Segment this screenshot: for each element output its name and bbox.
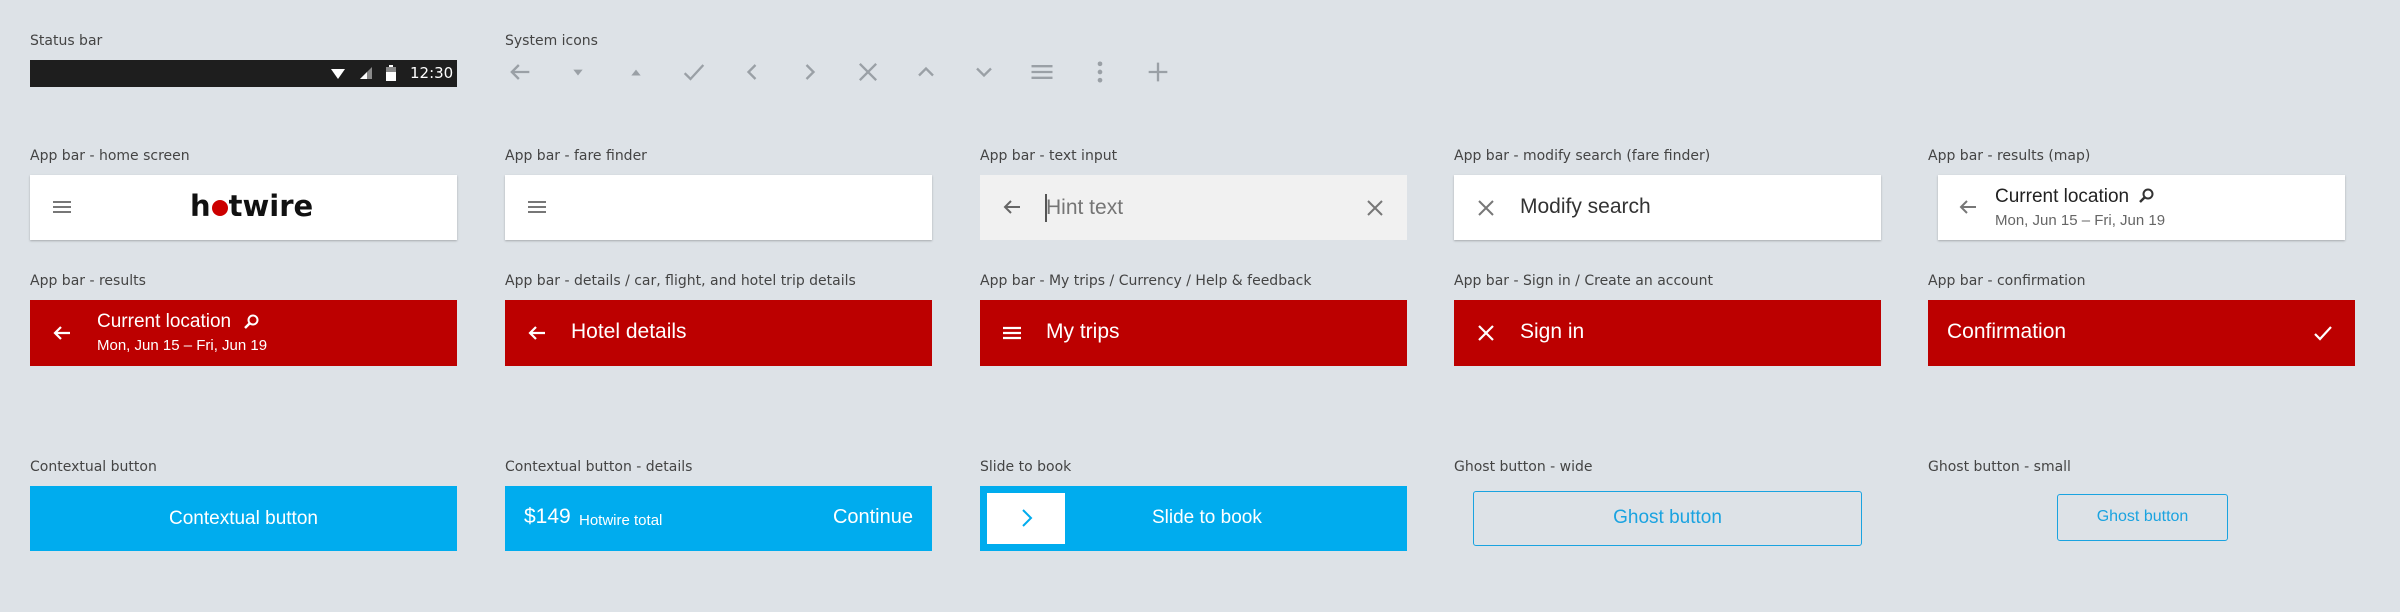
close-icon <box>859 63 877 81</box>
status-time: 12:30 <box>410 64 454 82</box>
caption-appbar-modify-search: App bar - modify search (fare finder) <box>1454 148 1711 164</box>
chevron-left-icon <box>746 64 757 80</box>
caption-appbar-details: App bar - details / car, flight, and hot… <box>505 273 856 289</box>
caption-status-bar: Status bar <box>30 33 103 49</box>
chevron-down-icon <box>976 67 992 78</box>
signin-title: Sign in <box>1520 320 1585 343</box>
signal-icon <box>360 67 372 79</box>
close-icon[interactable] <box>1474 196 1498 220</box>
slide-handle[interactable] <box>987 493 1065 544</box>
results-map-dates: Mon, Jun 15 – Fri, Jun 19 <box>1995 212 2166 229</box>
appbar-fare-finder <box>505 175 932 240</box>
search-icon[interactable] <box>2138 187 2156 205</box>
close-icon[interactable] <box>1474 321 1498 345</box>
price-value: $149 <box>524 505 571 528</box>
appbar-details: Hotel details <box>505 300 932 366</box>
appbar-home: h twire <box>30 175 457 240</box>
logo-red-dot <box>211 200 228 216</box>
wifi-icon <box>331 69 345 79</box>
caption-contextual-button: Contextual button <box>30 459 157 475</box>
arrow-left-icon[interactable] <box>50 321 74 345</box>
battery-icon <box>386 65 396 81</box>
caption-appbar-results: App bar - results <box>30 273 146 289</box>
appbar-results: Current location Mon, Jun 15 – Fri, Jun … <box>30 300 457 366</box>
appbar-signin: Sign in <box>1454 300 1881 366</box>
search-icon[interactable] <box>243 313 261 331</box>
clear-icon[interactable] <box>1363 196 1387 220</box>
check-icon <box>683 64 705 81</box>
caption-appbar-confirmation: App bar - confirmation <box>1928 273 2086 289</box>
appbar-results-map: Current location Mon, Jun 15 – Fri, Jun … <box>1938 175 2345 240</box>
appbar-confirmation: Confirmation <box>1928 300 2355 366</box>
slide-label: Slide to book <box>1152 507 1262 528</box>
chevron-right-icon <box>1022 509 1033 527</box>
appbar-modify-search: Modify search <box>1454 175 1881 240</box>
caption-contextual-button-details: Contextual button - details <box>505 459 693 475</box>
appbar-mytrips: My trips <box>980 300 1407 366</box>
caption-slide-to-book: Slide to book <box>980 459 1072 475</box>
chevron-up-icon <box>918 66 934 77</box>
arrow-left-icon[interactable] <box>1000 195 1024 219</box>
caption-appbar-mytrips: App bar - My trips / Currency / Help & f… <box>980 273 1312 289</box>
contextual-button-details[interactable]: $149 Hotwire total Continue <box>505 486 932 551</box>
arrow-left-icon[interactable] <box>1956 195 1980 219</box>
menu-icon[interactable] <box>525 195 549 219</box>
appbar-text-input <box>980 175 1407 240</box>
hotwire-logo: h twire <box>190 189 313 223</box>
caption-appbar-signin: App bar - Sign in / Create an account <box>1454 273 1713 289</box>
confirmation-title: Confirmation <box>1947 320 2067 343</box>
modify-search-title: Modify search <box>1520 195 1651 218</box>
results-title: Current location <box>97 311 232 332</box>
caption-appbar-results-map: App bar - results (map) <box>1928 148 2091 164</box>
ghost-button-small[interactable]: Ghost button <box>2057 494 2228 541</box>
caption-appbar-text-input: App bar - text input <box>980 148 1118 164</box>
continue-label: Continue <box>832 506 913 528</box>
caption-ghost-small: Ghost button - small <box>1928 459 2071 475</box>
ghost-button-wide[interactable]: Ghost button <box>1473 491 1862 546</box>
menu-icon[interactable] <box>1000 321 1024 345</box>
caret-up-icon <box>631 69 641 76</box>
results-dates: Mon, Jun 15 – Fri, Jun 19 <box>97 337 268 354</box>
logo-letter-h: h <box>190 189 211 223</box>
caption-appbar-fare-finder: App bar - fare finder <box>505 148 647 164</box>
menu-icon <box>1031 65 1053 79</box>
arrow-left-icon[interactable] <box>525 321 549 345</box>
caption-appbar-home: App bar - home screen <box>30 148 190 164</box>
caption-system-icons: System icons <box>505 33 598 49</box>
check-icon[interactable] <box>2311 321 2335 345</box>
chevron-right-icon <box>805 64 816 80</box>
results-map-title: Current location <box>1995 186 2130 207</box>
caret-down-icon <box>573 69 583 76</box>
menu-icon[interactable] <box>50 195 74 219</box>
details-title: Hotel details <box>571 320 687 343</box>
slide-to-book: Slide to book <box>980 486 1407 551</box>
caption-ghost-wide: Ghost button - wide <box>1454 459 1593 475</box>
price-label: Hotwire total <box>579 512 663 529</box>
logo-letters: twire <box>228 189 314 223</box>
status-bar: 12:30 <box>30 60 457 87</box>
plus-icon <box>1148 62 1168 82</box>
mytrips-title: My trips <box>1046 320 1120 343</box>
hint-text-input[interactable] <box>1046 191 1346 225</box>
contextual-button[interactable]: Contextual button <box>30 486 457 551</box>
arrow-left-icon <box>510 64 530 80</box>
more-vert-icon <box>1097 61 1103 83</box>
